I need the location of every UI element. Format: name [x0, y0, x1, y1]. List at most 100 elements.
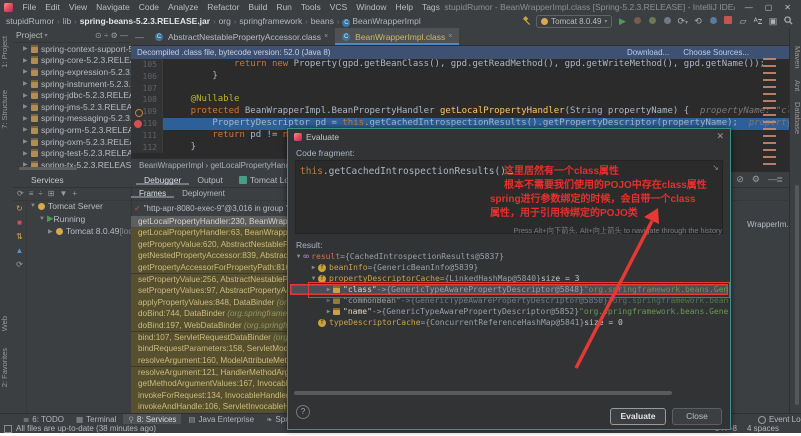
frame-row[interactable]: getMethodArgumentValues:167, InvocableHa	[131, 378, 306, 389]
frame-row[interactable]: setPropertyValues:97, AbstractPropertyAc…	[131, 285, 306, 296]
chevron-right-icon[interactable]: ▶	[23, 45, 31, 52]
frame-row[interactable]: invokeForRequest:134, InvocableHandlerMe…	[131, 390, 306, 401]
services-tree-item[interactable]: ▼Tomcat Server	[26, 200, 131, 213]
download-link[interactable]: Download...	[627, 48, 669, 57]
translate-icon[interactable]: ᴬ𝗓	[753, 16, 763, 27]
choose-sources-link[interactable]: Choose Sources...	[683, 48, 749, 57]
stop-icon[interactable]	[723, 16, 733, 26]
gutter[interactable]: 111	[131, 130, 163, 142]
chevron-icon[interactable]: ▼	[294, 251, 303, 262]
gutter[interactable]: 112	[131, 142, 163, 154]
tab-debugger[interactable]: Debugger	[136, 175, 189, 185]
services-tree-item[interactable]: ▶Tomcat 8.0.49 [local]	[26, 225, 131, 238]
tab-abstractnestablepropertyaccessor[interactable]: C AbstractNestablePropertyAccessor.class…	[148, 28, 335, 45]
chevron-icon[interactable]: ▶	[309, 262, 318, 273]
deploy-icon[interactable]: ⇅	[16, 232, 23, 241]
project-tree-item[interactable]: ▶spring-orm-5.2.3.RELEASE.jar	[13, 124, 131, 136]
menu-item-analyze[interactable]: Analyze	[164, 2, 203, 12]
group-icon[interactable]: ⊞	[48, 189, 55, 198]
refresh-icon[interactable]: ⟳	[17, 189, 24, 198]
refresh-icon[interactable]: ⟳	[16, 260, 23, 269]
code-text[interactable]	[163, 83, 789, 95]
chevron-right-icon[interactable]: ▶	[23, 150, 31, 157]
chevron-right-icon[interactable]: ▶	[23, 57, 31, 64]
project-panel-title[interactable]: Project	[16, 30, 42, 40]
project-tree-item[interactable]: ▶spring-jdbc-5.2.3.RELEASE.jar	[13, 89, 131, 101]
menu-item-vcs[interactable]: VCS	[325, 2, 351, 12]
tab-beanwrapperimpl[interactable]: C BeanWrapperImpl.class ×	[335, 28, 459, 45]
gutter[interactable]: 106	[131, 71, 163, 83]
search-icon[interactable]	[783, 16, 793, 27]
code-text[interactable]: return new Property(gpd.getBeanClass(), …	[163, 59, 789, 71]
menu-item-edit[interactable]: Edit	[41, 2, 65, 12]
frame-row[interactable]: invokeAndHandle:106, ServletInvocableHan…	[131, 401, 306, 412]
chevron-icon[interactable]: ▶	[48, 228, 56, 235]
project-tree-item[interactable]: ▶spring-messaging-5.2.3.RELEASE.jar	[13, 113, 131, 125]
rerun-icon[interactable]: ⟳▾	[677, 16, 688, 27]
profiler-icon[interactable]	[662, 16, 672, 26]
chevron-down-icon[interactable]: ▾	[44, 32, 47, 39]
frame-row[interactable]: doBind:744, DataBinder (org.springframew…	[131, 308, 306, 319]
chevron-right-icon[interactable]: ▶	[23, 80, 31, 87]
menu-item-code[interactable]: Code	[134, 2, 163, 12]
debug-icon[interactable]	[632, 16, 642, 26]
variable-row[interactable]: ▼ooresult = {CachedIntrospectionResults@…	[290, 251, 728, 262]
gutter[interactable]: 105	[131, 59, 163, 71]
close-icon[interactable]: ×	[324, 33, 328, 40]
menu-item-window[interactable]: Window	[352, 2, 391, 12]
step-icon[interactable]: ⟲	[693, 16, 703, 27]
frame-row[interactable]: bind:107, ServletRequestDataBinder (org.…	[131, 332, 306, 343]
attach-icon[interactable]	[708, 16, 718, 26]
run-button-icon[interactable]: ▶	[617, 16, 627, 27]
breadcrumb-item[interactable]: beans	[311, 16, 334, 26]
step-icon[interactable]: ▲	[16, 246, 24, 255]
frame-row[interactable]: bindRequestParameters:158, ServletModelA…	[131, 343, 306, 354]
chevron-right-icon[interactable]: ▶	[23, 92, 31, 99]
variable-row[interactable]: ftypeDescriptorCache = {ConcurrentRefere…	[290, 317, 728, 328]
frame-row[interactable]: getLocalPropertyHandler:230, BeanWrapper…	[131, 216, 306, 227]
chevron-icon[interactable]: ▼	[39, 216, 47, 222]
stop-icon[interactable]: ■	[17, 218, 22, 227]
close-button[interactable]: ✕	[784, 3, 791, 12]
chevron-right-icon[interactable]: ▶	[23, 126, 31, 133]
frame-row[interactable]: getLocalPropertyHandler:63, BeanWrapperI…	[131, 227, 306, 238]
expand-all-icon[interactable]: ≡	[29, 189, 34, 198]
collapse-all-icon[interactable]: ÷	[38, 189, 42, 198]
indent-widget[interactable]: 4 spaces	[747, 424, 779, 433]
hide-icon[interactable]: —	[120, 31, 128, 40]
breadcrumb-item[interactable]: CBeanWrapperImpl	[342, 16, 420, 27]
sidebar-item-project[interactable]: 1: Project	[0, 36, 13, 68]
variable-row[interactable]: WrapperIm... View	[747, 220, 789, 229]
breadcrumb-item[interactable]: org	[219, 16, 231, 26]
chevron-right-icon[interactable]: ▶	[23, 138, 31, 145]
help-button[interactable]: ?	[296, 405, 310, 419]
menu-item-tags[interactable]: Tags	[417, 2, 444, 12]
services-title[interactable]: Services	[13, 175, 136, 185]
code-text[interactable]: protected BeanWrapperImpl.BeanPropertyHa…	[163, 106, 789, 118]
gutter[interactable]: 108	[131, 94, 163, 106]
minimize-button[interactable]: —	[745, 3, 753, 12]
menu-item-run[interactable]: Run	[272, 2, 297, 12]
open-folder-icon[interactable]: ▱	[738, 16, 748, 27]
variable-row[interactable]: ▶"name" -> {GenericTypeAwarePropertyDesc…	[290, 306, 728, 317]
menu-item-view[interactable]: View	[64, 2, 91, 12]
sidebar-item-web[interactable]: Web	[0, 316, 13, 331]
evaluate-button[interactable]: Evaluate	[610, 408, 666, 425]
tab-output[interactable]: Output	[189, 175, 231, 185]
project-tree-item[interactable]: ▶spring-jms-5.2.3.RELEASE.jar	[13, 101, 131, 113]
code-text[interactable]: }	[163, 71, 789, 83]
maximize-button[interactable]: ▢	[765, 3, 773, 12]
add-service-icon[interactable]: +	[72, 189, 77, 198]
sidebar-item-favorites[interactable]: 2: Favorites	[0, 348, 13, 387]
subtab-frames[interactable]: Frames	[131, 189, 174, 198]
build-hammer-icon[interactable]	[521, 16, 531, 27]
menu-item-build[interactable]: Build	[244, 2, 272, 12]
sidebar-item-database[interactable]: Database	[790, 102, 801, 134]
project-hscrollbar[interactable]	[19, 167, 77, 170]
chevron-right-icon[interactable]: ▶	[23, 103, 31, 110]
coverage-icon[interactable]	[647, 16, 657, 26]
code-text[interactable]: @Nullable	[163, 94, 789, 106]
close-icon[interactable]: ×	[448, 33, 452, 40]
project-tree-item[interactable]: ▶spring-expression-5.2.3.RELEASE.jar	[13, 66, 131, 78]
project-tree-item[interactable]: ▶spring-context-support-5.2.3.RELEASE.ja…	[13, 43, 131, 55]
